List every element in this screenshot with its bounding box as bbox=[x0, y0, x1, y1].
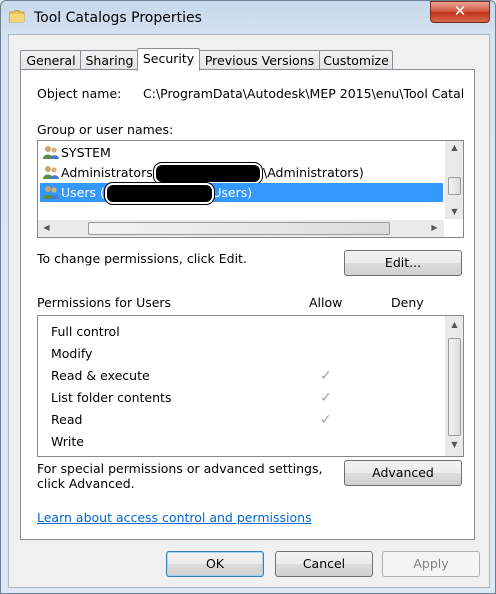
title-bar[interactable]: Tool Catalogs Properties ✕ bbox=[1, 1, 495, 35]
close-icon: ✕ bbox=[453, 2, 467, 20]
scroll-down-icon[interactable]: ▼ bbox=[446, 207, 463, 216]
tab-security[interactable]: Security bbox=[137, 48, 200, 71]
edit-hint: To change permissions, click Edit. bbox=[37, 251, 247, 266]
permissions-header: Permissions for Users bbox=[37, 295, 172, 310]
window-title: Tool Catalogs Properties bbox=[34, 10, 202, 26]
list-item-label: Users ( bbox=[61, 185, 105, 200]
deny-column-header: Deny bbox=[391, 295, 424, 310]
list-item-suffix: \Administrators) bbox=[263, 165, 364, 180]
apply-button[interactable]: Apply bbox=[382, 551, 480, 577]
tab-sharing[interactable]: Sharing bbox=[80, 50, 139, 70]
cancel-button[interactable]: Cancel bbox=[275, 551, 373, 577]
redaction-box bbox=[154, 163, 262, 184]
scroll-right-icon[interactable]: ▶ bbox=[426, 223, 443, 232]
list-item[interactable]: SYSTEM bbox=[40, 143, 443, 162]
redaction-box bbox=[105, 183, 214, 204]
group-names-label: Group or user names: bbox=[37, 122, 174, 137]
tab-previous-versions[interactable]: Previous Versions bbox=[198, 50, 321, 70]
permission-label: Write bbox=[51, 434, 85, 449]
folder-icon bbox=[9, 10, 25, 23]
help-link[interactable]: Learn about access control and permissio… bbox=[37, 510, 312, 525]
allow-column-header: Allow bbox=[309, 295, 343, 310]
permission-label: Read bbox=[51, 412, 83, 427]
advanced-hint-line1: For special permissions or advanced sett… bbox=[37, 461, 323, 476]
group-list[interactable]: SYSTEM Administrators ( \Administrators) bbox=[37, 140, 464, 238]
scroll-thumb[interactable] bbox=[448, 177, 461, 195]
dialog-client: General Sharing Security Previous Versio… bbox=[8, 34, 490, 588]
scroll-up-icon[interactable]: ▲ bbox=[446, 320, 463, 329]
permission-label: List folder contents bbox=[51, 390, 172, 405]
allow-check-icon: ✓ bbox=[320, 368, 332, 384]
object-name-label: Object name: bbox=[37, 86, 122, 101]
list-item-label: SYSTEM bbox=[61, 145, 111, 160]
security-panel: Object name: C:\ProgramData\Autodesk\MEP… bbox=[20, 69, 475, 540]
list-item-label: Administrators ( bbox=[61, 165, 162, 180]
permission-row: Read & execute bbox=[51, 365, 150, 387]
scroll-up-icon[interactable]: ▲ bbox=[446, 143, 463, 152]
permissions-vscrollbar[interactable]: ▲ ▼ bbox=[445, 316, 463, 456]
allow-check-icon: ✓ bbox=[320, 390, 332, 406]
permission-row: List folder contents bbox=[51, 387, 171, 409]
permission-row: Full control bbox=[51, 321, 120, 343]
list-item[interactable]: Administrators ( \Administrators) bbox=[40, 163, 443, 184]
advanced-hint-line2: click Advanced. bbox=[37, 476, 135, 491]
list-item-suffix: \Users) bbox=[208, 185, 253, 200]
tab-general[interactable]: General bbox=[20, 50, 82, 70]
scroll-down-icon[interactable]: ▼ bbox=[446, 440, 463, 449]
permission-label: Read & execute bbox=[51, 368, 150, 383]
ok-button[interactable]: OK bbox=[166, 551, 264, 577]
user-group-icon bbox=[43, 186, 59, 199]
permissions-list[interactable]: Full control Modify Read & execute List … bbox=[37, 315, 464, 457]
tab-customize[interactable]: Customize bbox=[319, 50, 393, 70]
group-list-hscrollbar[interactable]: ◀ ▶ bbox=[38, 220, 444, 237]
permission-label: Full control bbox=[51, 324, 120, 339]
scroll-thumb[interactable] bbox=[88, 222, 390, 235]
advanced-button[interactable]: Advanced bbox=[344, 460, 462, 486]
scroll-left-icon[interactable]: ◀ bbox=[38, 223, 55, 232]
user-group-icon bbox=[43, 146, 59, 159]
permission-label: Modify bbox=[51, 346, 93, 361]
edit-button[interactable]: Edit... bbox=[344, 250, 462, 276]
permission-row: Modify bbox=[51, 343, 92, 365]
group-list-vscrollbar[interactable]: ▲ ▼ bbox=[445, 141, 463, 219]
scroll-thumb[interactable] bbox=[448, 338, 461, 436]
properties-window: Tool Catalogs Properties ✕ General Shari… bbox=[0, 0, 496, 594]
permission-row: Write bbox=[51, 431, 84, 453]
allow-check-icon: ✓ bbox=[320, 412, 332, 428]
user-group-icon bbox=[43, 166, 59, 179]
permission-row: Read bbox=[51, 409, 82, 431]
close-button[interactable]: ✕ bbox=[430, 1, 490, 23]
list-item-selected[interactable]: Users ( \Users) bbox=[40, 183, 443, 204]
object-name-value: C:\ProgramData\Autodesk\MEP 2015\enu\Too… bbox=[143, 86, 463, 101]
